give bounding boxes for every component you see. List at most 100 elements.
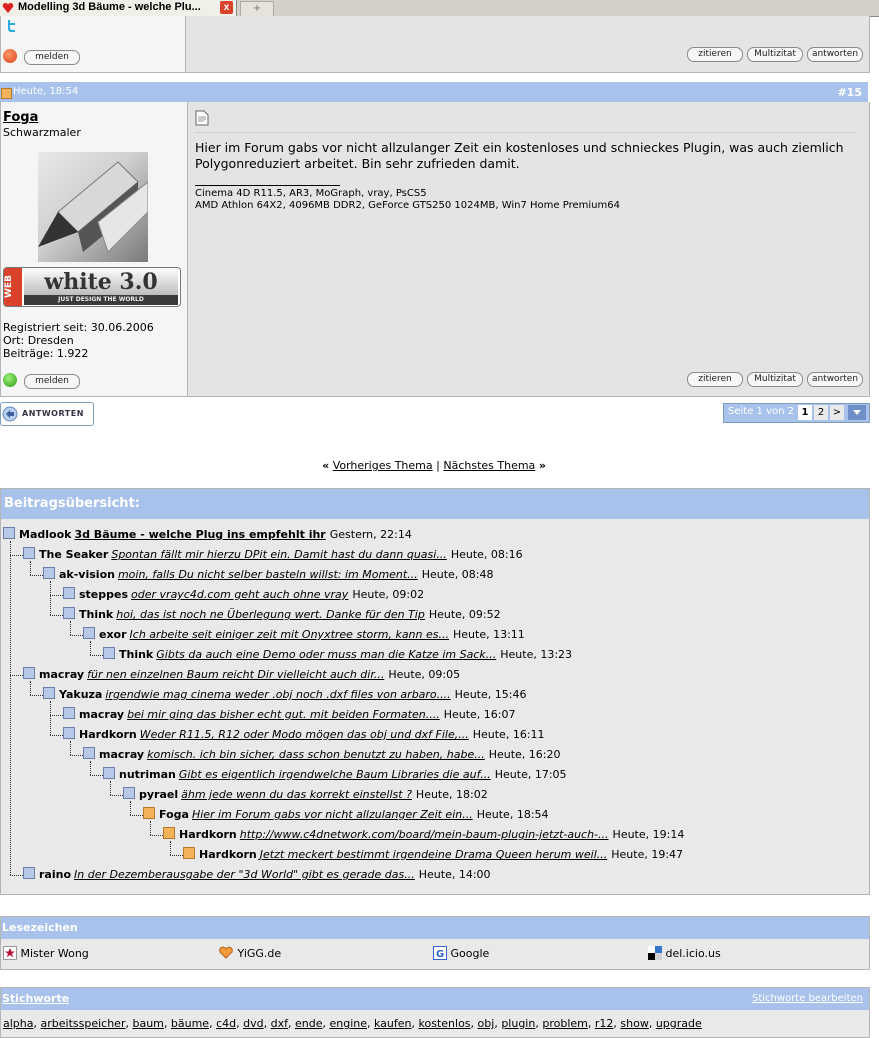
tree-connector [50,715,63,716]
thread-row-link[interactable]: bei mir ging das bisher echt gut. mit be… [127,708,440,721]
multiquote-button-prev[interactable]: Multizitat [747,47,803,62]
thread-tree-row[interactable]: Hardkorn Jetzt meckert bestimmt irgendein… [183,847,683,863]
bookmark-yigg[interactable]: YiGG.de [218,946,281,960]
tag-link[interactable]: plugin [501,1017,535,1030]
thread-tree-row[interactable]: The Seaker Spontan fällt mir hierzu DPit … [23,547,523,563]
thread-tree-row[interactable]: raino In der Dezemberausgabe der "3d Worl… [23,867,491,883]
badge-sub-label: JUST DESIGN THE WORLD [24,295,178,305]
pagination-menu-button[interactable] [848,405,866,420]
browser-tab[interactable]: Modelling 3d Bäume - welche Plu... x [0,0,237,16]
thread-row-author: macray [79,708,125,721]
thread-tree-row[interactable]: macray komisch. ich bin sicher, dass scho… [83,747,561,763]
reply-button[interactable]: antworten [807,372,863,387]
tag-link[interactable]: alpha [3,1017,34,1030]
tag-link[interactable]: show [620,1017,648,1030]
tag-link[interactable]: dvd [243,1017,263,1030]
thread-tree-row[interactable]: Yakuza irgendwie mag cinema weder .obj no… [43,687,526,703]
page-2-link[interactable]: 2 [814,405,828,420]
thread-row-link[interactable]: ähm jede wenn du das korrekt einstellst … [181,788,412,801]
quote-button[interactable]: zitieren [687,372,743,387]
thread-overview: Beitragsübersicht: Madlook 3d Bäume - wel… [0,488,870,895]
answer-thread-button[interactable]: ANTWORTEN [0,402,94,426]
quote-button-prev[interactable]: zitieren [687,47,743,62]
new-post-icon [1,88,12,99]
bookmark-delicious[interactable]: del.icio.us [648,946,721,960]
browser-tab-title: Modelling 3d Bäume - welche Plu... [18,1,201,13]
thread-row-link[interactable]: Ich arbeite seit einiger zeit mit Onyxtr… [130,628,449,641]
right-quote-glyph: » [538,459,546,472]
thread-row-link[interactable]: Weder R11.5, R12 oder Modo mögen das obj… [140,728,469,741]
thread-tree-row[interactable]: nutriman Gibt es eigentlich irgendwelche … [103,767,567,783]
tag-link[interactable]: dxf [271,1017,288,1030]
tag-link[interactable]: problem [542,1017,588,1030]
thread-row-link[interactable]: Hier im Forum gabs vor nicht allzulanger… [192,808,473,821]
tag-link[interactable]: r12 [595,1017,614,1030]
avatar[interactable] [38,152,148,262]
post-number-link[interactable]: #15 [837,86,862,99]
post-body: Foga Schwarzmaler WEB white 3.0 JUST DES… [0,102,870,397]
bookmark-mister-wong[interactable]: Mister Wong [3,946,89,960]
author-name-link[interactable]: Foga [3,110,38,125]
tag-link[interactable]: baum [132,1017,163,1030]
badge-main-label: white 3.0 [24,269,178,295]
thread-tree-row[interactable]: macray bei mir ging das bisher echt gut. … [63,707,516,723]
thread-tree-row[interactable]: Hardkorn Weder R11.5, R12 oder Modo mögen… [63,727,545,743]
next-page-link[interactable]: > [830,405,844,420]
thread-tree-row[interactable]: Think hoi, das ist noch ne Überlegung wer… [63,607,501,623]
new-post-icon [163,827,175,839]
thread-tree-row[interactable]: exor Ich arbeite seit einiger zeit mit On… [83,627,525,643]
thread-tree-row[interactable]: pyrael ähm jede wenn du das korrekt einst… [123,787,488,803]
tag-link[interactable]: kostenlos [419,1017,471,1030]
bookmarks-panel: Lesezeichen Mister Wong YiGG.de G Google… [0,916,870,970]
tag-link[interactable]: engine [329,1017,367,1030]
thread-row-link[interactable]: Jetzt meckert bestimmt irgendeine Drama … [260,848,607,861]
thread-row-link[interactable]: In der Dezemberausgabe der "3d World" gi… [74,868,415,881]
tag-link[interactable]: obj [478,1017,495,1030]
thread-row-link[interactable]: Gibts da auch eine Demo oder muss man di… [156,648,496,661]
tags-panel: Stichworte Stichworte bearbeiten alpha, … [0,987,870,1038]
thread-row-link[interactable]: 3d Bäume - welche Plug ins empfehlt ihr [74,528,325,541]
tags-title-link[interactable]: Stichworte [1,992,69,1005]
tag-link[interactable]: ende [295,1017,323,1030]
tree-connector [30,695,43,696]
report-button-prev[interactable]: melden [24,50,80,65]
thread-tree-row[interactable]: Madlook 3d Bäume - welche Plug ins empfeh… [3,527,412,543]
thread-tree-row[interactable]: macray für nen einzelnen Baum reicht Dir … [23,667,460,683]
reply-button-prev[interactable]: antworten [807,47,863,62]
thread-row-link[interactable]: irgendwie mag cinema weder .obj noch .dx… [105,688,450,701]
thread-row-link[interactable]: Spontan fällt mir hierzu DPit ein. Damit… [111,548,446,561]
thread-tree-row[interactable]: Hardkorn http://www.c4dnetwork.com/board/… [163,827,684,843]
thread-row-link[interactable]: hoi, das ist noch ne Überlegung wert. Da… [116,608,425,621]
thread-row-link[interactable]: komisch. ich bin sicher, dass schon benu… [147,748,485,761]
report-button[interactable]: melden [24,374,80,389]
thread-tree-row[interactable]: Foga Hier im Forum gabs vor nicht allzula… [143,807,549,823]
tag-link[interactable]: upgrade [656,1017,702,1030]
multiquote-button[interactable]: Multizitat [747,372,803,387]
thread-row-author: raino [39,868,72,881]
thread-row-time: Gestern, 22:14 [329,528,412,541]
nav-separator: | [436,459,440,472]
thread-row-link[interactable]: moin, falls Du nicht selber basteln will… [118,568,418,581]
edit-tags-link[interactable]: Stichworte bearbeiten [752,988,863,1010]
thread-row-link[interactable]: für nen einzelnen Baum reicht Dir vielle… [87,668,384,681]
thread-tree-row[interactable]: steppes oder vrayc4d.com geht auch ohne v… [63,587,424,603]
previous-thread-link[interactable]: Vorheriges Thema [333,459,433,472]
thread-row-time: Heute, 08:16 [450,548,523,561]
next-thread-link[interactable]: Nächstes Thema [443,459,535,472]
thread-row-author: Hardkorn [199,848,257,861]
online-status-icon [3,373,17,387]
thread-tree-row[interactable]: Think Gibts da auch eine Demo oder muss m… [103,647,572,663]
twitter-icon[interactable] [5,19,17,33]
thread-row-link[interactable]: http://www.c4dnetwork.com/board/mein-bau… [240,828,609,841]
thread-row-link[interactable]: oder vrayc4d.com geht auch ohne vray [131,588,348,601]
tab-close-icon[interactable]: x [220,1,233,14]
tag-link[interactable]: c4d [216,1017,236,1030]
thread-row-link[interactable]: Gibt es eigentlich irgendwelche Baum Lib… [179,768,491,781]
new-tab-button[interactable]: + [240,1,274,17]
tag-link[interactable]: kaufen [374,1017,412,1030]
signature-badge: WEB white 3.0 JUST DESIGN THE WORLD [3,267,181,307]
bookmark-google[interactable]: G Google [433,946,489,960]
tag-link[interactable]: arbeitsspeicher [41,1017,126,1030]
tag-link[interactable]: bäume [171,1017,209,1030]
thread-tree-row[interactable]: ak-vision moin, falls Du nicht selber bas… [43,567,494,583]
